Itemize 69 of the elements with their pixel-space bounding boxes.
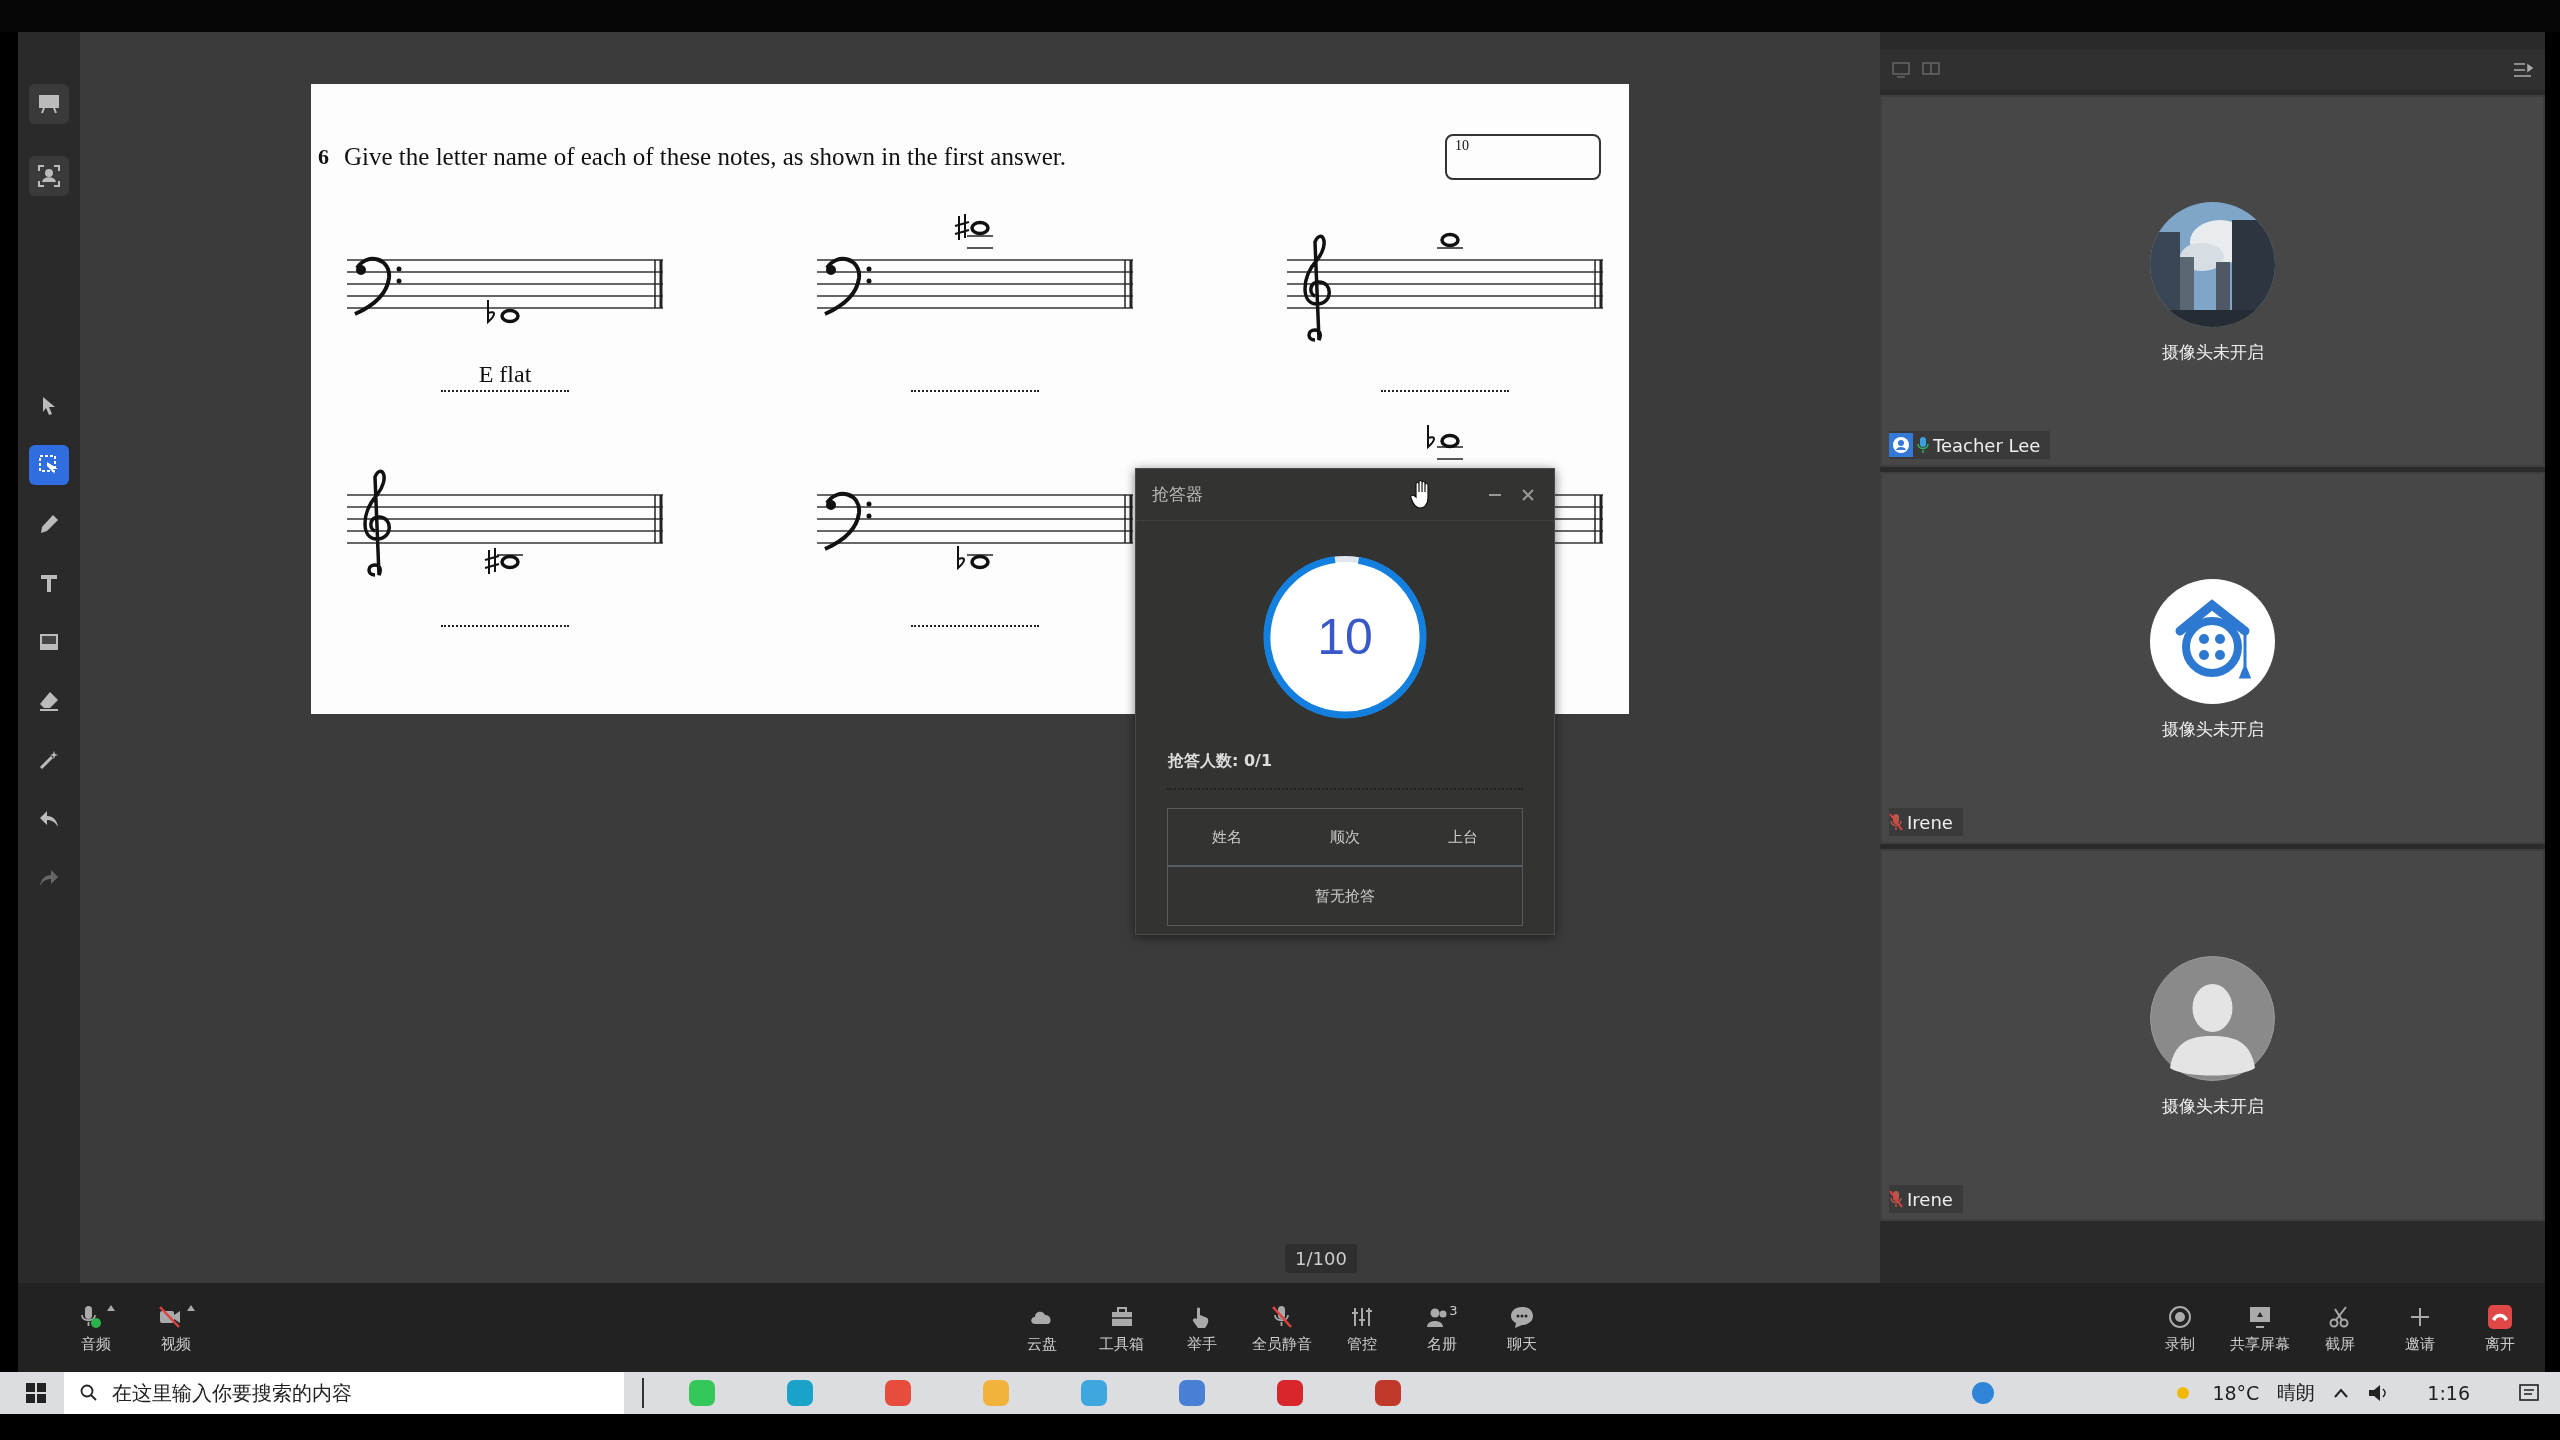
mute-all-button[interactable]: 全员静音 bbox=[1241, 1301, 1322, 1354]
notification-icon[interactable] bbox=[2518, 1382, 2540, 1404]
question-number: 6 bbox=[318, 144, 330, 170]
taskbar-app-icon[interactable] bbox=[1275, 1378, 1305, 1408]
camera-status: 摄像头未开启 bbox=[2161, 1095, 2264, 1118]
answer-text: E flat bbox=[441, 360, 569, 392]
weather-text: 晴朗 bbox=[2277, 1380, 2316, 1405]
clock-time: 1:16 bbox=[2427, 1382, 2470, 1404]
taskbar-app-icon[interactable] bbox=[1177, 1378, 1207, 1408]
question-text: Give the letter name of each of these notes, as shown in the first answer. bbox=[344, 143, 1066, 171]
search-input[interactable]: 在这里输入你要搜索的内容 bbox=[110, 1380, 608, 1406]
participant-name: Irene bbox=[1907, 1188, 1953, 1210]
text-icon bbox=[38, 572, 60, 594]
face-scan-button[interactable] bbox=[29, 156, 69, 196]
camera-status: 摄像头未开启 bbox=[2161, 718, 2264, 741]
close-icon bbox=[1520, 486, 1536, 503]
share-button[interactable]: 共享屏幕 bbox=[2220, 1301, 2300, 1354]
taskbar-app-icon[interactable] bbox=[883, 1378, 913, 1408]
column-header: 顺次 bbox=[1330, 827, 1360, 847]
mark-box: 10 bbox=[1445, 134, 1601, 180]
hand-button[interactable]: 举手 bbox=[1161, 1301, 1242, 1354]
pen-icon bbox=[38, 513, 60, 535]
leave-icon bbox=[2487, 1305, 2513, 1329]
search-icon bbox=[80, 1384, 98, 1402]
whiteboard-icon bbox=[38, 94, 60, 114]
mic-button[interactable]: 音频 bbox=[56, 1301, 136, 1354]
minimize-icon bbox=[1488, 493, 1502, 496]
default-avatar-icon bbox=[2150, 956, 2275, 1081]
camera-off-button[interactable]: 视频 bbox=[136, 1301, 216, 1354]
chat-icon bbox=[1508, 1305, 1535, 1329]
whiteboard-button[interactable] bbox=[29, 84, 69, 124]
app-logo-icon bbox=[2150, 579, 2275, 704]
search-field[interactable]: 在这里输入你要搜索的内容 bbox=[64, 1372, 624, 1414]
caret-icon[interactable] bbox=[107, 1305, 115, 1311]
caret-icon[interactable] bbox=[187, 1305, 195, 1311]
countdown-number: 10 bbox=[1317, 608, 1373, 666]
taskbar-app-icon[interactable] bbox=[1373, 1378, 1403, 1408]
record-button[interactable]: 录制 bbox=[2140, 1301, 2220, 1354]
chat-button[interactable]: 聊天 bbox=[1481, 1301, 1562, 1354]
face-scan-icon bbox=[38, 165, 60, 187]
leave-button[interactable]: 离开 bbox=[2460, 1301, 2540, 1354]
tray-app-icon[interactable] bbox=[1970, 1380, 1997, 1406]
answer-count: 抢答人数: 0/1 bbox=[1168, 751, 1273, 772]
wand-icon bbox=[38, 749, 60, 771]
participant-name: Irene bbox=[1907, 811, 1953, 833]
roster-count: 3 bbox=[1449, 1305, 1458, 1317]
scissors-button[interactable]: 截屏 bbox=[2300, 1301, 2380, 1354]
share-icon bbox=[2247, 1305, 2273, 1329]
cloud-button[interactable]: 云盘 bbox=[1001, 1301, 1082, 1354]
dialog-title: 抢答器 bbox=[1152, 483, 1204, 506]
windows-start-icon[interactable] bbox=[26, 1383, 46, 1403]
camera-off-icon bbox=[157, 1305, 183, 1329]
people-button[interactable]: 3 名册 bbox=[1401, 1301, 1482, 1354]
select-tool[interactable] bbox=[29, 445, 69, 485]
chevron-up-icon[interactable] bbox=[2333, 1387, 2350, 1399]
sliders-button[interactable]: 管控 bbox=[1321, 1301, 1402, 1354]
camera-status: 摄像头未开启 bbox=[2161, 341, 2264, 364]
plus-button[interactable]: 邀请 bbox=[2380, 1301, 2460, 1354]
temperature: 18°C bbox=[2212, 1382, 2260, 1404]
participant-name: Teacher Lee bbox=[1933, 434, 2041, 456]
column-header: 姓名 bbox=[1212, 827, 1242, 847]
record-icon bbox=[2167, 1305, 2193, 1329]
eraser-icon bbox=[38, 690, 60, 712]
image-icon bbox=[38, 631, 60, 653]
column-header: 上台 bbox=[1448, 827, 1478, 847]
page-indicator: 1/100 bbox=[1285, 1244, 1357, 1273]
empty-message: 暂无抢答 bbox=[1314, 885, 1376, 907]
collapse-icon[interactable] bbox=[2513, 62, 2533, 78]
toolbox-button[interactable]: 工具箱 bbox=[1081, 1301, 1162, 1354]
